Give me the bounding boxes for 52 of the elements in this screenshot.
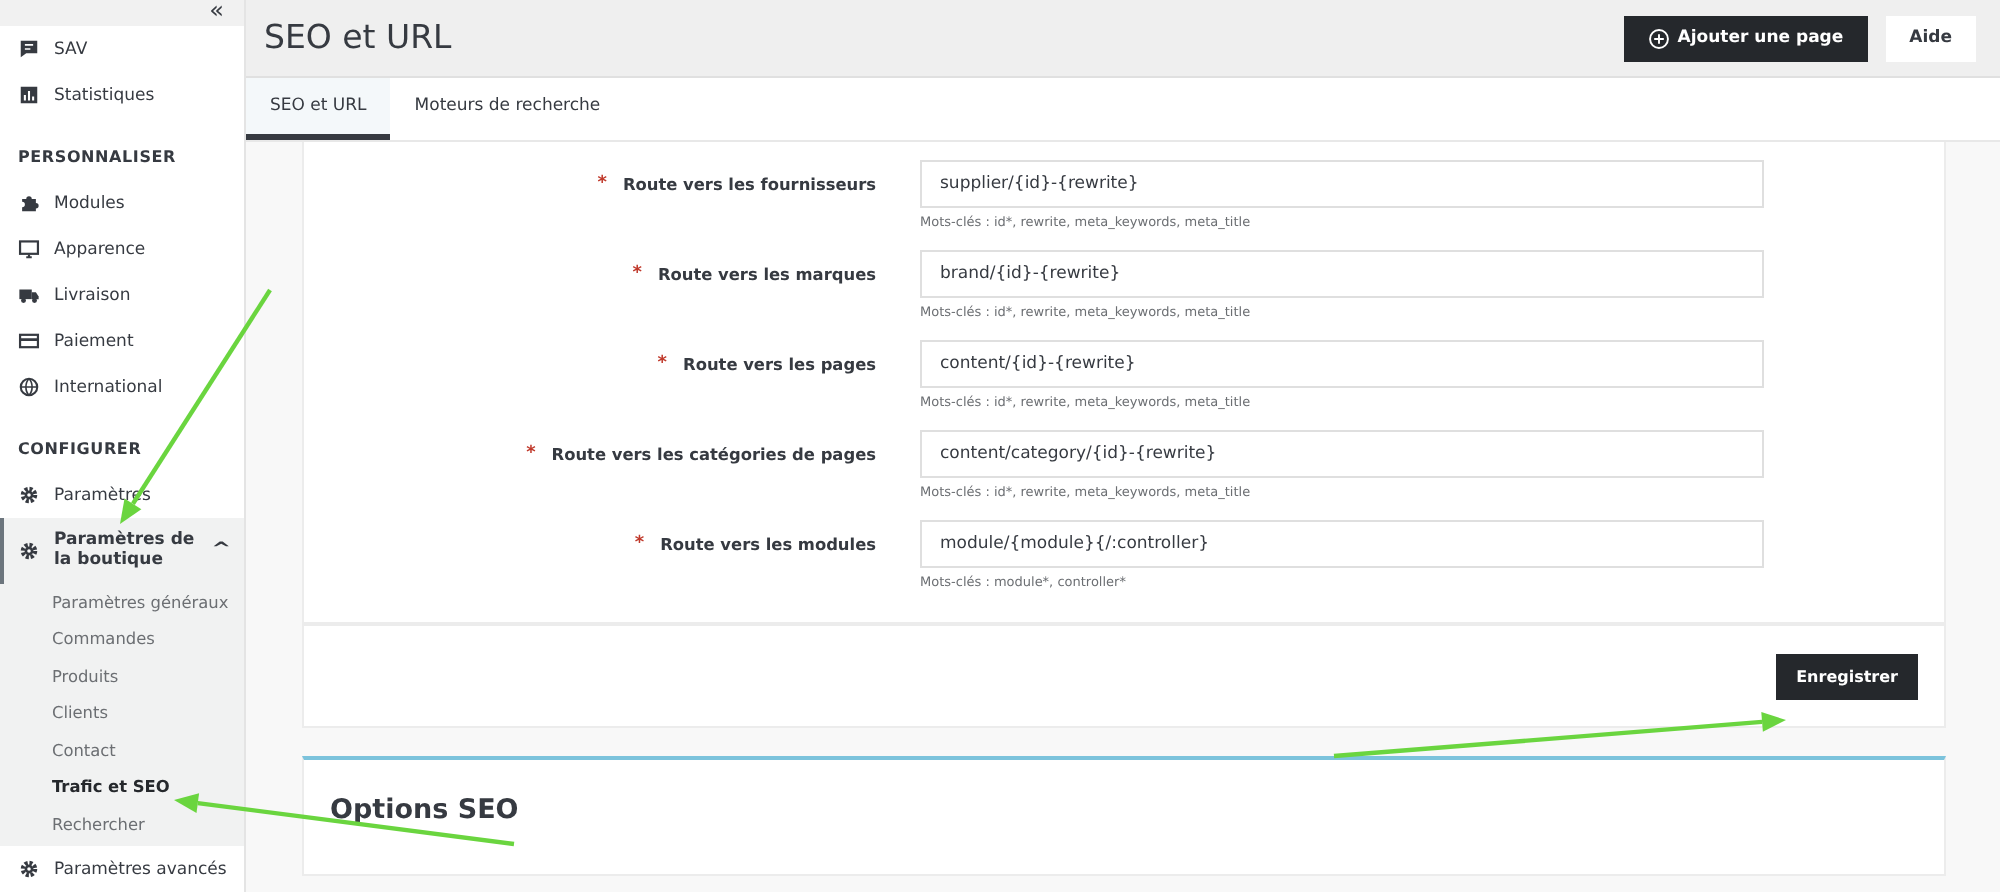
chart-icon: [18, 84, 40, 107]
page-title: SEO et URL: [264, 17, 454, 55]
sidebar-item[interactable]: Apparence: [0, 226, 244, 273]
field-label: Route vers les marques: [657, 264, 876, 284]
field-label: Route vers les catégories de pages: [551, 444, 876, 464]
collapse-button[interactable]: «: [209, 0, 224, 20]
input-field[interactable]: content/category/{id}-{rewrite}: [920, 430, 1764, 478]
sidebar-item[interactable]: Paramètres avancés: [0, 846, 244, 892]
add-icon: [1647, 27, 1670, 49]
card-icon: [18, 330, 40, 353]
gear-icon: [18, 484, 40, 507]
chevron-icon[interactable]: ^: [210, 540, 231, 561]
field-label: Route vers les fournisseurs: [622, 174, 876, 194]
submenu-item[interactable]: Paramètres généraux: [0, 583, 244, 621]
gear-icon: [18, 858, 40, 881]
chat-icon: [18, 38, 40, 61]
required-mark: *: [632, 264, 642, 284]
sidebar-item[interactable]: Paiement: [0, 318, 244, 365]
sidebar-item[interactable]: Modules: [0, 180, 244, 227]
submenu-item[interactable]: Commandes: [0, 620, 244, 658]
required-mark: *: [597, 174, 607, 194]
header-button[interactable]: Aide: [1885, 15, 1976, 61]
input-field[interactable]: module/{module}{/:controller}: [920, 520, 1764, 568]
group-label[interactable]: Paramètres de la boutique: [54, 530, 200, 572]
submenu-item[interactable]: Trafic et SEO: [0, 768, 244, 806]
gear-icon: [18, 539, 40, 562]
submenu-item[interactable]: Contact: [0, 731, 244, 769]
sidebar-item[interactable]: Livraison: [0, 272, 244, 319]
monitor-icon: [18, 238, 40, 261]
input-field[interactable]: content/{id}-{rewrite}: [920, 340, 1764, 388]
puzzle-icon: [18, 192, 40, 215]
section-heading: PERSONNALISER: [16, 146, 178, 171]
sidebar-item[interactable]: International: [0, 364, 244, 411]
required-mark: *: [657, 354, 668, 374]
header-button[interactable]: Ajouter une page: [1623, 15, 1868, 61]
required-mark: *: [634, 534, 645, 554]
tab[interactable]: SEO et URL: [246, 78, 391, 140]
sidebar-item[interactable]: Statistiques: [0, 72, 244, 119]
save-button[interactable]: Enregistrer: [1776, 653, 1918, 699]
submenu-item[interactable]: Clients: [0, 694, 244, 732]
field-label: Route vers les pages: [683, 354, 876, 374]
field-label: Route vers les modules: [660, 534, 876, 554]
input-field[interactable]: brand/{id}-{rewrite}: [920, 250, 1764, 298]
required-mark: *: [526, 444, 536, 464]
truck-icon: [18, 284, 40, 307]
section-title: Options SEO: [330, 794, 519, 826]
sidebar-item[interactable]: SAV: [0, 26, 244, 73]
globe-icon: [18, 376, 40, 399]
submenu-item[interactable]: Produits: [0, 657, 244, 695]
input-field[interactable]: supplier/{id}-{rewrite}: [920, 160, 1764, 208]
section-heading: CONFIGURER: [16, 438, 144, 463]
submenu-item[interactable]: Rechercher: [0, 805, 244, 843]
